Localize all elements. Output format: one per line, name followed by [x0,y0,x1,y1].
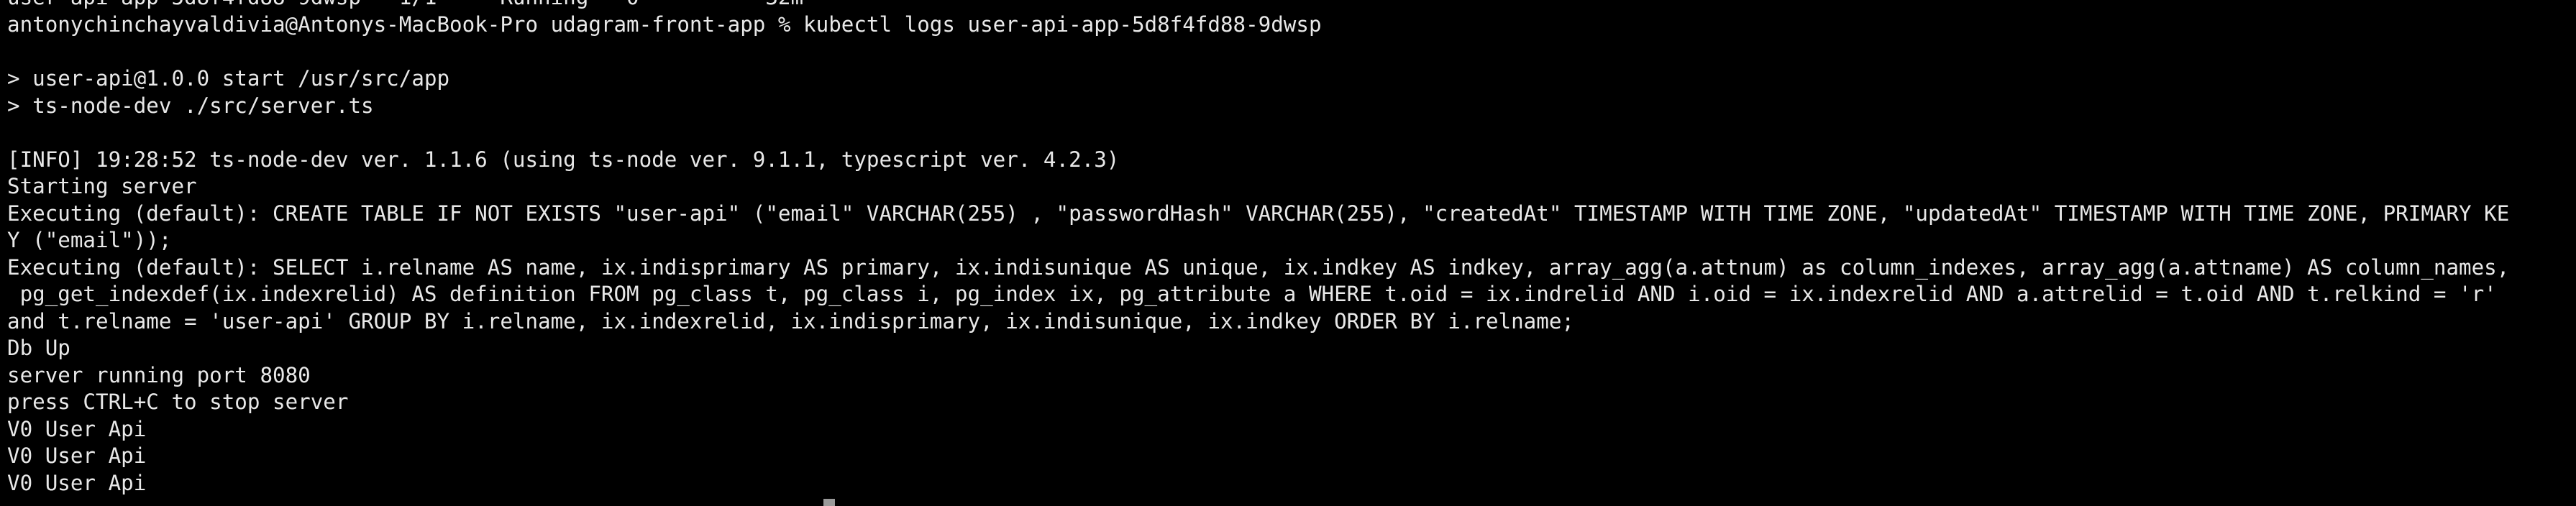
terminal-line: > ts-node-dev ./src/server.ts [7,93,374,118]
terminal-line: > user-api@1.0.0 start /usr/src/app [7,66,450,91]
terminal-window[interactable]: user-api-app-5d8f4fd88-9dwsp 1/1 Running… [0,0,2576,506]
terminal-line: [INFO] 19:28:52 ts-node-dev ver. 1.1.6 (… [7,147,1120,172]
terminal-line: Executing (default): SELECT i.relname AS… [7,255,2510,280]
terminal-cursor [823,499,835,506]
terminal-line: V0 User Api [7,471,147,495]
terminal-line: and t.relname = 'user-api' GROUP BY i.re… [7,309,1574,334]
terminal-line: Starting server [7,174,197,198]
terminal-line: Y ("email")); [7,228,172,252]
terminal-line-partial: user-api-app-5d8f4fd88-9dwsp 1/1 Running… [7,0,803,11]
terminal-line: V0 User Api [7,417,147,441]
terminal-line: press CTRL+C to stop server [7,390,349,414]
terminal-line: server running port 8080 [7,363,311,387]
terminal-prompt-line: antonychinchayvaldivia@Antonys-MacBook-P… [7,12,1322,37]
terminal-line: Db Up [7,336,70,360]
terminal-line: V0 User Api [7,443,147,468]
terminal-line: pg_get_indexdef(ix.indexrelid) AS defini… [7,282,2497,306]
terminal-line: Executing (default): CREATE TABLE IF NOT… [7,201,2510,226]
